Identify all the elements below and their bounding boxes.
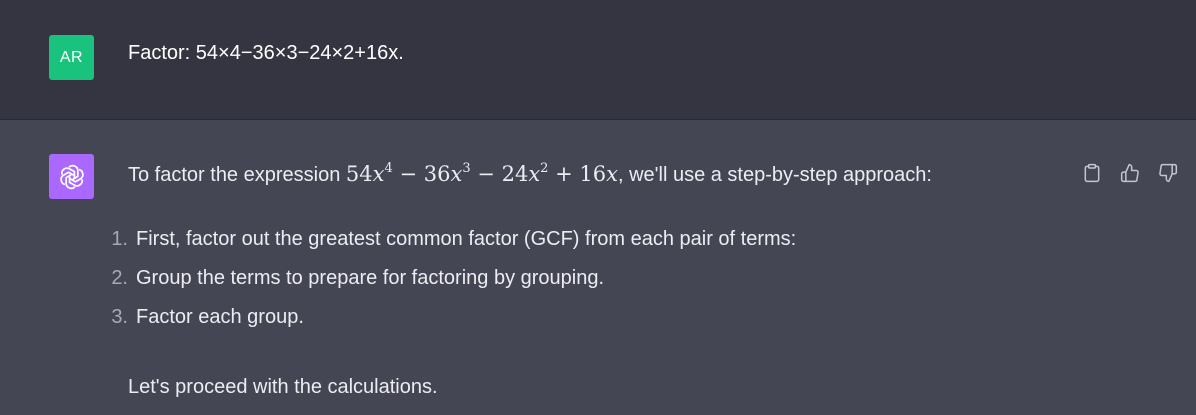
term1-coef: 54	[345, 162, 373, 186]
step-text: First, factor out the greatest common fa…	[136, 228, 797, 250]
user-message-row: AR Factor: 54×4−36×3−24×2+16x.	[0, 0, 1196, 120]
term1-var: x	[372, 162, 385, 186]
term4-coef: 16	[579, 162, 607, 186]
assistant-message-row: To factor the expression 54x4 − 36x3 − 2…	[0, 120, 1196, 415]
term2-coef: 36	[423, 162, 451, 186]
term3-var: x	[528, 162, 541, 186]
user-avatar: AR	[49, 35, 94, 80]
thumbs-up-icon	[1120, 163, 1139, 183]
closing-text: Let's proceed with the calculations.	[128, 376, 438, 398]
term4-var: x	[606, 162, 618, 186]
thumbs-up-button[interactable]	[1118, 161, 1142, 185]
user-message-text: Factor: 54×4−36×3−24×2+16x.	[128, 42, 404, 64]
intro-text-after: , we'll use a step-by-step approach:	[618, 164, 932, 186]
term3-exp: 2	[540, 161, 549, 176]
openai-logo-icon	[59, 164, 84, 189]
thumbs-down-button[interactable]	[1156, 161, 1180, 185]
list-item: 2. Group the terms to prepare for factor…	[100, 265, 796, 291]
op1: −	[399, 162, 418, 186]
list-item: 3. Factor each group.	[100, 304, 796, 330]
step-text: Factor each group.	[136, 306, 304, 328]
thumbs-down-icon	[1159, 163, 1178, 183]
steps-list: 1. First, factor out the greatest common…	[100, 226, 796, 343]
step-number: 3.	[111, 306, 128, 328]
user-avatar-initials: AR	[59, 48, 84, 66]
clipboard-icon	[1084, 163, 1100, 183]
step-text: Group the terms to prepare for factoring…	[136, 267, 605, 289]
term2-var: x	[450, 162, 463, 186]
term3-coef: 24	[501, 162, 529, 186]
op2: −	[477, 162, 495, 186]
list-item: 1. First, factor out the greatest common…	[100, 226, 796, 252]
copy-button[interactable]	[1080, 161, 1104, 185]
step-number: 2.	[111, 267, 128, 289]
step-number: 1.	[111, 228, 128, 250]
term2-exp: 3	[462, 161, 471, 176]
term1-exp: 4	[384, 161, 393, 176]
op3: +	[555, 162, 573, 186]
assistant-avatar	[49, 154, 94, 199]
message-actions	[1080, 161, 1180, 185]
intro-text-before: To factor the expression	[128, 164, 346, 186]
math-expression: 54x4 − 36x3 − 24x2 + 16x	[346, 162, 618, 186]
assistant-intro: To factor the expression 54x4 − 36x3 − 2…	[128, 160, 932, 189]
